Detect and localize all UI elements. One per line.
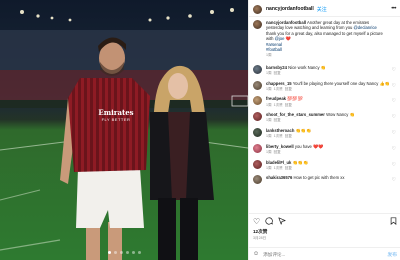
- comment-like-icon[interactable]: ♡: [392, 130, 396, 136]
- comment-likes[interactable]: 1次赞: [274, 87, 283, 91]
- comment-likes[interactable]: 1次赞: [274, 103, 283, 107]
- comment-item: lankstheroach 👏👏👏 1周 1次赞 回复 ♡: [253, 128, 396, 139]
- commenter-avatar[interactable]: [253, 64, 262, 74]
- caption-mention-2[interactable]: @joe: [275, 36, 285, 41]
- commenter-avatar[interactable]: [253, 143, 262, 153]
- heart-outline-icon[interactable]: ♡: [253, 217, 260, 227]
- commenter-username[interactable]: lankstheroach: [266, 128, 294, 133]
- carousel-dot[interactable]: [125, 251, 129, 254]
- comment-time: 1周: [266, 86, 272, 91]
- comment-time: 1周: [266, 118, 272, 123]
- comment-composer: ☺ 发布: [249, 247, 400, 260]
- post-side-panel: nancyjordanfootball 关注 ••• nancyjordanfo…: [248, 0, 400, 260]
- comments-feed[interactable]: nancyjordanfootball Another great day at…: [249, 17, 400, 201]
- comment-time: 1周: [266, 134, 272, 139]
- reply-button[interactable]: 回复: [274, 71, 281, 75]
- commenter-avatar[interactable]: [253, 175, 262, 185]
- comment-text: you have ❤️❤️: [294, 143, 324, 149]
- likes-count[interactable]: 12次赞: [253, 229, 397, 235]
- comment-time: 1周: [266, 150, 272, 155]
- caption-mention[interactable]: @declanrice: [354, 25, 377, 30]
- commenter-username[interactable]: barnsby24: [266, 65, 287, 70]
- commenter-username[interactable]: chappers_15: [266, 81, 292, 86]
- comment-text: You'll be playing there yourself one day…: [292, 80, 390, 86]
- comment-text: 👏👏👏: [292, 159, 309, 165]
- commenter-avatar[interactable]: [253, 128, 262, 138]
- comment-item: bladelilFl_uk 👏👏👏 1周 1次赞 回复 ♡: [253, 159, 396, 171]
- comment-text: 👏👏👏: [295, 128, 312, 134]
- caption-text-part-2: thank you for a great day, also managed …: [266, 30, 383, 42]
- comment-text: How to get pic with them xx: [293, 175, 345, 181]
- hashtag-football[interactable]: #football: [266, 47, 282, 52]
- comment-time: 1周: [266, 102, 272, 107]
- comment-input[interactable]: [263, 251, 364, 257]
- carousel-dot-active[interactable]: [107, 251, 111, 254]
- comment-likes[interactable]: 1次赞: [274, 134, 283, 138]
- comment-like-icon[interactable]: ♡: [392, 83, 396, 89]
- comment-like-icon[interactable]: ♡: [392, 146, 396, 152]
- comment-like-icon[interactable]: ♡: [392, 67, 396, 73]
- hashtag-arsenal[interactable]: #arsenal: [266, 42, 282, 47]
- commenter-username[interactable]: bladelilFl_uk: [266, 160, 291, 165]
- instagram-post-view: Emirates FLY BETTER nancyjordanfootball …: [0, 0, 400, 260]
- shirt-slogan-text: FLY BETTER: [101, 117, 131, 122]
- carousel-dot[interactable]: [131, 251, 135, 254]
- commenter-username[interactable]: freudpeak: [266, 96, 286, 101]
- carousel-dots: [0, 251, 248, 254]
- bookmark-icon[interactable]: [390, 216, 397, 228]
- reply-button[interactable]: 回复: [274, 118, 281, 122]
- comment-item: chappers_15 You'll be playing there your…: [253, 80, 396, 92]
- comment-likes[interactable]: 1次赞: [274, 166, 283, 170]
- smiley-icon[interactable]: ☺: [253, 251, 259, 257]
- comment-item: shoot_for_the_stars_summer Wow Nancy 👏 1…: [253, 112, 396, 123]
- commenter-username[interactable]: shoot_for_the_stars_summer: [266, 112, 325, 117]
- caption-author[interactable]: nancyjordanfootball: [266, 20, 306, 25]
- post-date: 3月28日: [253, 236, 267, 240]
- comment-time: 1周: [266, 71, 272, 76]
- reply-button[interactable]: 回复: [274, 150, 281, 154]
- caption-avatar[interactable]: [253, 20, 262, 29]
- reply-button[interactable]: 回复: [285, 166, 292, 170]
- reply-button[interactable]: 回复: [285, 87, 292, 91]
- comment-like-icon[interactable]: ♡: [392, 177, 396, 183]
- commenter-avatar[interactable]: [253, 159, 262, 169]
- carousel-dot[interactable]: [119, 251, 123, 254]
- paper-plane-icon[interactable]: [278, 216, 286, 228]
- comment-item: shakira36576 How to get pic with them xx…: [253, 175, 396, 185]
- comment-like-icon[interactable]: ♡: [392, 162, 396, 168]
- carousel-dot[interactable]: [113, 251, 117, 254]
- comment-text: Nice work Nancy 👏: [288, 64, 326, 70]
- comment-item: freudpeak 💯💯💯 1周 1次赞 回复 ♡: [253, 96, 396, 107]
- stadium-photo-illustration: [0, 8, 248, 260]
- comment-bubble-icon[interactable]: [265, 216, 274, 228]
- author-username[interactable]: nancyjordanfootball: [266, 6, 314, 12]
- commenter-avatar[interactable]: [253, 96, 262, 106]
- follow-button[interactable]: 关注: [317, 6, 327, 13]
- comment-text: Wow Nancy 👏: [326, 112, 355, 118]
- post-photo[interactable]: Emirates FLY BETTER: [0, 0, 248, 260]
- comment-like-icon[interactable]: ♡: [392, 114, 396, 120]
- comment-time: 1周: [266, 165, 272, 170]
- caption-text: nancyjordanfootball Another great day at…: [266, 20, 388, 59]
- comment-item: liberty_kowell you have ❤️❤️ 1周 回复 ♡: [253, 143, 396, 155]
- carousel-dot[interactable]: [137, 251, 141, 254]
- more-options-icon[interactable]: •••: [391, 6, 396, 12]
- comment-like-icon[interactable]: ♡: [392, 98, 396, 104]
- commenter-avatar[interactable]: [253, 112, 262, 122]
- post-header: nancyjordanfootball 关注 •••: [249, 2, 400, 16]
- commenter-username[interactable]: liberty_kowell: [266, 144, 294, 149]
- post-comment-button[interactable]: 发布: [387, 251, 397, 258]
- author-avatar[interactable]: [253, 4, 262, 14]
- shirt-sponsor-text: Emirates: [98, 108, 134, 117]
- reply-button[interactable]: 回复: [285, 134, 292, 138]
- post-caption: nancyjordanfootball Another great day at…: [253, 20, 396, 59]
- comment-text: 💯💯💯: [287, 96, 303, 102]
- commenter-avatar[interactable]: [253, 80, 262, 90]
- comment-item: barnsby24 Nice work Nancy 👏 1周 回复 ♡: [253, 64, 396, 76]
- reply-button[interactable]: 回复: [285, 103, 292, 107]
- caption-time: 1周: [266, 53, 272, 58]
- commenter-username[interactable]: shakira36576: [266, 175, 292, 180]
